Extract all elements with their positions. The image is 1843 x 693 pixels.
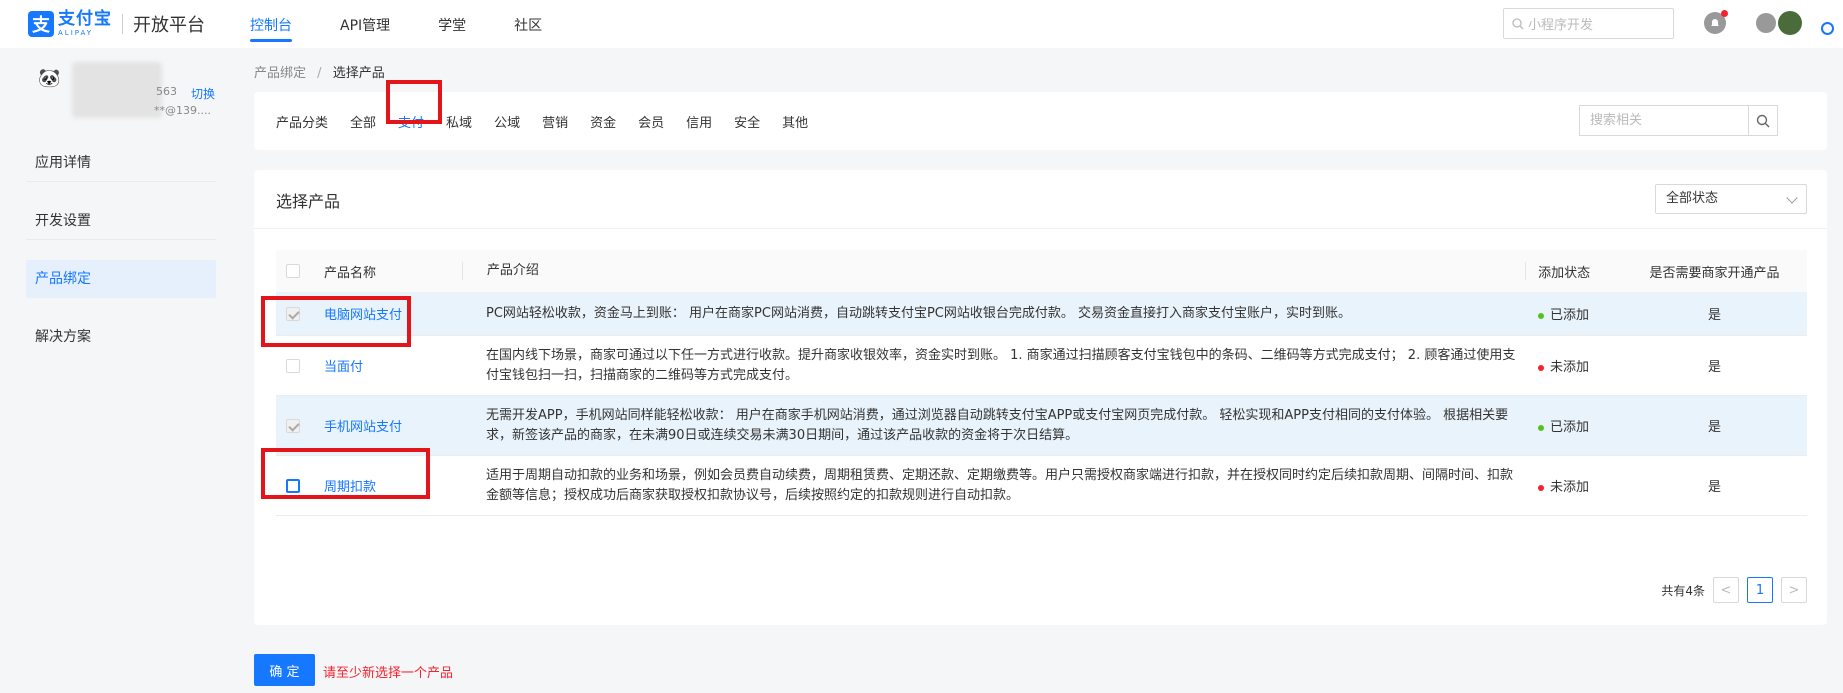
need-value: 是 bbox=[1707, 480, 1721, 495]
product-name-link[interactable]: 当面付 bbox=[322, 356, 462, 375]
switch-account-link[interactable]: 切换 bbox=[191, 85, 215, 102]
col-need: 是否需要商家开通产品 bbox=[1649, 265, 1780, 281]
next-page-button[interactable]: > bbox=[1781, 577, 1807, 603]
need-value: 是 bbox=[1707, 360, 1721, 375]
search-button[interactable] bbox=[1748, 106, 1777, 135]
nav-academy[interactable]: 学堂 bbox=[438, 0, 466, 48]
status-filter-value: 全部状态 bbox=[1666, 191, 1719, 206]
status-text: 未添加 bbox=[1550, 480, 1590, 495]
status-dot bbox=[1538, 364, 1544, 371]
breadcrumb: 产品绑定 / 选择产品 bbox=[254, 62, 385, 81]
category-member[interactable]: 会员 bbox=[638, 112, 664, 131]
breadcrumb-separator: / bbox=[317, 66, 322, 81]
table-row[interactable]: 手机网站支付 无需开发APP，手机网站同样能轻松收款： 用户在商家手机网站消费，… bbox=[276, 396, 1807, 456]
product-desc: 适用于周期自动扣款的业务和场景，例如会员费自动续费，周期租赁费、定期还款、定期缴… bbox=[486, 467, 1514, 503]
top-nav: 控制台 API管理 学堂 社区 bbox=[250, 0, 590, 48]
category-list: 产品分类 全部 支付 私域 公域 营销 资金 会员 信用 安全 其他 bbox=[276, 112, 830, 131]
status-dot bbox=[1538, 424, 1544, 431]
status-text: 已添加 bbox=[1550, 420, 1590, 435]
row-highlight-box bbox=[261, 448, 430, 499]
chevron-down-icon bbox=[1786, 192, 1798, 204]
nav-console[interactable]: 控制台 bbox=[250, 0, 292, 48]
notification-bell-icon[interactable] bbox=[1704, 10, 1728, 34]
col-status: 添加状态 bbox=[1538, 265, 1591, 281]
logo-divider bbox=[122, 14, 123, 34]
row-highlight-box bbox=[261, 296, 411, 347]
status-dot bbox=[1538, 484, 1544, 491]
search-icon bbox=[1512, 17, 1524, 29]
sidebar-item-app-detail[interactable]: 应用详情 bbox=[26, 144, 216, 182]
product-table: 产品名称 产品介绍 添加状态 是否需要商家开通产品 电脑网站支付 PC网站轻松收… bbox=[261, 250, 1807, 516]
category-security[interactable]: 安全 bbox=[734, 112, 760, 131]
notification-dot bbox=[1721, 10, 1728, 17]
sidebar-item-solutions[interactable]: 解决方案 bbox=[26, 318, 216, 356]
account-email: **@139.... bbox=[154, 104, 211, 117]
product-selection-card: 选择产品 全部状态 产品名称 产品介绍 添加状态 是否需要商家开通产品 电脑网站… bbox=[254, 170, 1827, 625]
table-row[interactable]: 电脑网站支付 PC网站轻松收款，资金马上到账： 用户在商家PC网站消费，自动跳转… bbox=[276, 292, 1807, 336]
category-search[interactable]: 搜索相关 bbox=[1579, 105, 1778, 136]
account-panel: 🐼 563 切换 **@139.... bbox=[26, 60, 221, 122]
top-search-input[interactable]: 小程序开发 bbox=[1503, 8, 1674, 39]
row-checkbox[interactable] bbox=[286, 358, 300, 373]
search-icon bbox=[1756, 114, 1770, 127]
col-name: 产品名称 bbox=[323, 265, 376, 281]
validation-hint: 请至少新选择一个产品 bbox=[323, 666, 454, 681]
confirm-button[interactable]: 确 定 bbox=[254, 654, 315, 686]
platform-title: 开放平台 bbox=[133, 15, 205, 36]
sidebar-item-dev-settings[interactable]: 开发设置 bbox=[26, 202, 216, 240]
category-public[interactable]: 公域 bbox=[494, 112, 520, 131]
document-icon[interactable] bbox=[1756, 13, 1776, 33]
status-text: 未添加 bbox=[1550, 360, 1590, 375]
account-id: 563 bbox=[156, 85, 177, 98]
breadcrumb-parent[interactable]: 产品绑定 bbox=[254, 66, 306, 81]
product-name-link[interactable]: 手机网站支付 bbox=[322, 416, 462, 435]
product-desc: PC网站轻松收款，资金马上到账： 用户在商家PC网站消费，自动跳转支付宝PC网站… bbox=[486, 305, 1352, 321]
top-header: 支 支付宝 ALIPAY 开放平台 控制台 API管理 学堂 社区 小程序开发 bbox=[0, 0, 1843, 48]
nav-api[interactable]: API管理 bbox=[340, 0, 390, 48]
col-desc: 产品介绍 bbox=[486, 263, 539, 278]
need-value: 是 bbox=[1707, 420, 1721, 435]
nav-community[interactable]: 社区 bbox=[514, 0, 542, 48]
category-private[interactable]: 私域 bbox=[446, 112, 472, 131]
status-text: 已添加 bbox=[1550, 308, 1590, 323]
table-row[interactable]: 当面付 在国内线下场景，商家可通过以下任一方式进行收款。提升商家收银效率，资金实… bbox=[276, 336, 1807, 396]
payment-highlight-box bbox=[386, 80, 442, 124]
select-all-checkbox[interactable] bbox=[286, 264, 300, 278]
blurred-account-info bbox=[72, 62, 162, 118]
category-marketing[interactable]: 营销 bbox=[542, 112, 568, 131]
user-avatar[interactable] bbox=[1778, 11, 1802, 35]
need-value: 是 bbox=[1707, 308, 1721, 323]
section-title: 选择产品 bbox=[276, 192, 341, 211]
category-other[interactable]: 其他 bbox=[782, 112, 808, 131]
category-filter-card: 产品分类 全部 支付 私域 公域 营销 资金 会员 信用 安全 其他 搜索相关 bbox=[254, 80, 1827, 150]
product-desc: 在国内线下场景，商家可通过以下任一方式进行收款。提升商家收银效率，资金实时到账。… bbox=[486, 347, 1516, 383]
sidebar-item-product-binding[interactable]: 产品绑定 bbox=[26, 260, 216, 298]
category-credit[interactable]: 信用 bbox=[686, 112, 712, 131]
page-button[interactable]: 1 bbox=[1747, 577, 1773, 603]
panda-avatar-icon: 🐼 bbox=[38, 68, 61, 89]
status-filter-select[interactable]: 全部状态 bbox=[1655, 184, 1807, 214]
table-row[interactable]: 周期扣款 适用于周期自动扣款的业务和场景，例如会员费自动续费，周期租赁费、定期还… bbox=[276, 456, 1807, 516]
top-search-placeholder: 小程序开发 bbox=[1528, 18, 1594, 33]
status-dot bbox=[1538, 312, 1544, 319]
row-checkbox[interactable] bbox=[286, 418, 300, 433]
category-label: 产品分类 bbox=[276, 116, 329, 131]
alipay-logo-icon: 支 bbox=[28, 11, 54, 37]
total-count: 共有4条 bbox=[1661, 583, 1705, 598]
category-all[interactable]: 全部 bbox=[350, 112, 376, 131]
prev-page-button[interactable]: < bbox=[1713, 577, 1739, 603]
logo-text: 支付宝 bbox=[58, 9, 112, 29]
category-search-input[interactable]: 搜索相关 bbox=[1580, 106, 1748, 135]
sidebar-menu: 应用详情 开发设置 产品绑定 解决方案 bbox=[26, 144, 216, 376]
category-funds[interactable]: 资金 bbox=[590, 112, 616, 131]
product-desc: 无需开发APP，手机网站同样能轻松收款： 用户在商家手机网站消费，通过浏览器自动… bbox=[486, 407, 1509, 443]
logo-subtext: ALIPAY bbox=[58, 29, 94, 37]
pagination: 共有4条 < 1 > bbox=[1661, 577, 1807, 603]
divider bbox=[254, 228, 1827, 229]
breadcrumb-current: 选择产品 bbox=[332, 66, 385, 81]
table-header: 产品名称 产品介绍 添加状态 是否需要商家开通产品 bbox=[276, 250, 1807, 292]
alipay-logo[interactable]: 支 支付宝 ALIPAY 开放平台 bbox=[28, 11, 205, 37]
settings-icon[interactable] bbox=[1821, 22, 1834, 35]
